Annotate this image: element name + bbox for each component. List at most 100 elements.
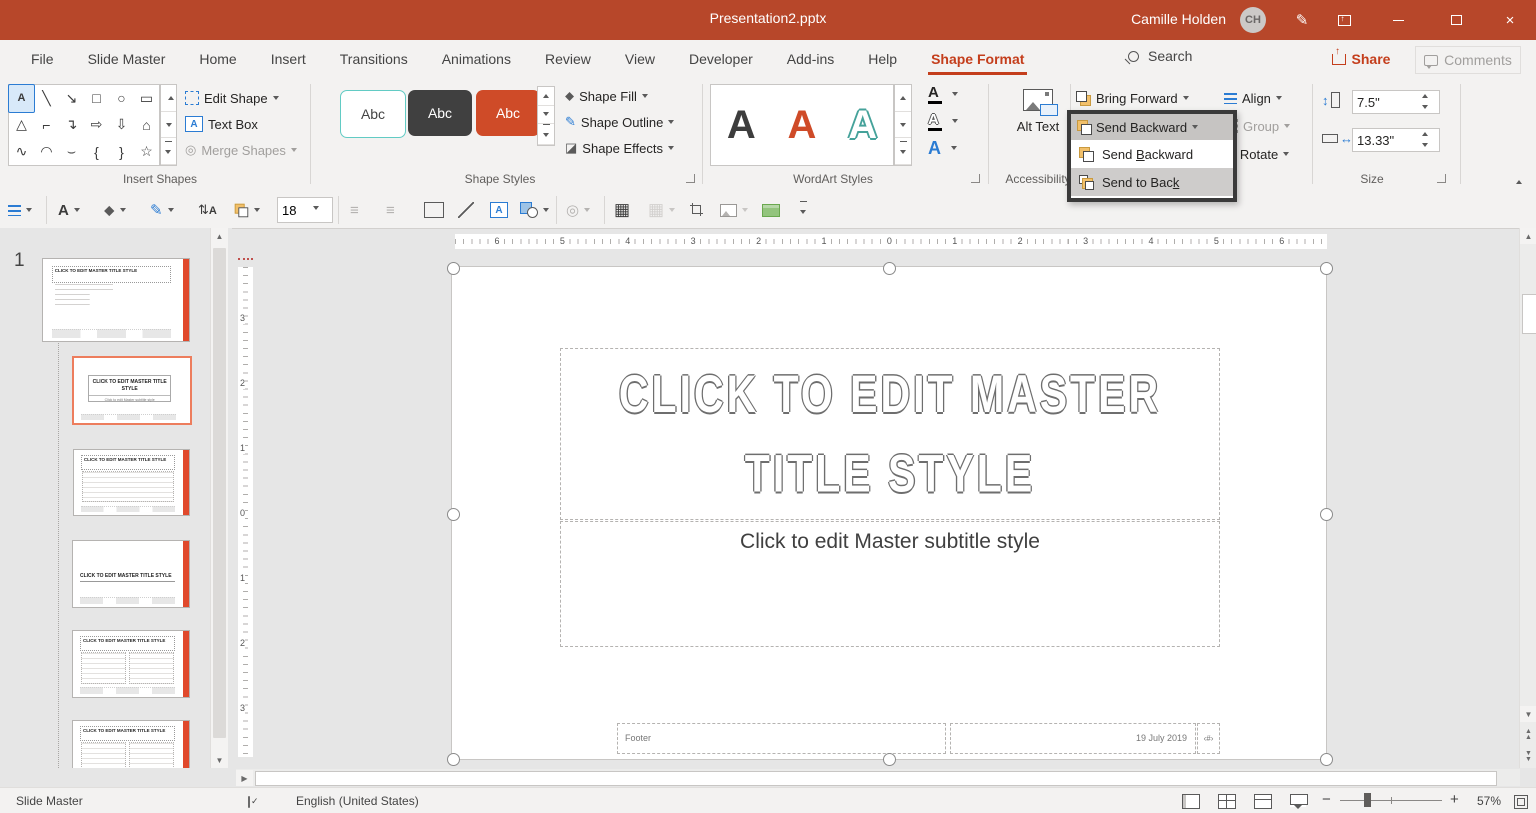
comments-button[interactable]: Comments [1415, 46, 1521, 74]
arc-icon[interactable]: ◠ [34, 138, 59, 165]
tab-view[interactable]: View [608, 40, 672, 78]
thumbnail-title-and-content-layout[interactable]: CLICK TO EDIT MASTER TITLE STYLE [73, 449, 190, 516]
crop-button[interactable] [690, 197, 704, 223]
tab-home[interactable]: Home [182, 40, 253, 78]
text-box-tool-button[interactable]: A [490, 197, 508, 223]
canvas-scroll-up[interactable]: ▲ [1520, 228, 1536, 244]
tab-review[interactable]: Review [528, 40, 608, 78]
tab-file[interactable]: File [14, 40, 71, 78]
menu-item-send-to-back[interactable]: Send to Back [1071, 168, 1233, 196]
fit-to-window-button[interactable] [1514, 795, 1528, 809]
send-backward-button[interactable]: Send Backward [1071, 114, 1233, 140]
scribble-icon[interactable]: ∿ [9, 138, 34, 165]
elbow-arrow-connector-icon[interactable]: ↴ [59, 112, 84, 139]
merge-shapes-button[interactable]: ◎ Merge Shapes [185, 138, 297, 162]
thumbnail-title-slide-layout[interactable]: CLICK TO EDIT MASTER TITLE STYLEClick to… [72, 356, 192, 425]
thumbnail-section-header-layout[interactable]: CLICK TO EDIT MASTER TITLE STYLE [72, 540, 190, 608]
shape-styles-more[interactable] [538, 124, 554, 145]
wordart-up[interactable] [895, 85, 911, 112]
star-icon[interactable]: ☆ [134, 138, 159, 165]
restore-button[interactable] [1444, 8, 1468, 32]
gallery-scroll-up[interactable] [161, 85, 176, 112]
picture-button[interactable] [720, 197, 748, 223]
font-color-button[interactable]: A [58, 197, 80, 223]
oval-icon[interactable]: ○ [109, 85, 134, 112]
collapse-ribbon-button[interactable] [1516, 174, 1522, 189]
shape-fill-button[interactable]: ⬥ Shape Fill [565, 84, 648, 108]
line-tool-button[interactable] [458, 197, 474, 223]
line-arrow-icon[interactable]: ↘ [59, 85, 84, 112]
selection-handle-middle-right[interactable] [1320, 508, 1333, 521]
tab-insert[interactable]: Insert [254, 40, 323, 78]
text-box-icon[interactable]: A [9, 85, 34, 112]
close-button[interactable]: × [1498, 8, 1522, 32]
tab-slide-master[interactable]: Slide Master [71, 40, 183, 78]
snip-corner-rectangle-icon[interactable]: ⌂ [134, 112, 159, 139]
canvas-scroll-thumb[interactable] [1522, 294, 1536, 334]
canvas-vertical-scrollbar[interactable]: ▲ ▼ ▲▲ ▼▼ [1519, 228, 1536, 768]
text-direction-button[interactable]: ⇅A [198, 197, 217, 223]
tab-transitions[interactable]: Transitions [323, 40, 425, 78]
zoom-out-button[interactable]: − [1322, 791, 1331, 808]
rectangle-tool-button[interactable] [424, 197, 444, 223]
canvas-horizontal-scrollbar[interactable]: ◀ ▶ [236, 769, 1520, 786]
rectangle-icon[interactable]: □ [84, 85, 109, 112]
distribute-table-button[interactable] [762, 197, 780, 223]
language-status[interactable]: English (United States) [296, 794, 419, 808]
font-size-input[interactable] [277, 197, 333, 223]
outline-color-button[interactable]: ✎ [150, 197, 174, 223]
shape-style-chip-3[interactable]: Abc [476, 90, 540, 136]
spell-check-icon[interactable] [248, 794, 250, 808]
toolbar-more-button[interactable] [800, 197, 807, 223]
align-button[interactable]: Align [1224, 86, 1282, 110]
text-box-button[interactable]: A Text Box [185, 112, 258, 136]
shape-styles-down[interactable] [538, 106, 554, 125]
edit-shape-button[interactable]: Edit Shape [185, 86, 279, 110]
indent-less-button[interactable]: ≡ [386, 197, 395, 223]
thumbnail-slide-master[interactable]: CLICK TO EDIT MASTER TITLE STYLE [42, 258, 190, 342]
shape-style-chip-2[interactable]: Abc [408, 90, 472, 136]
down-arrow-icon[interactable]: ⇩ [109, 112, 134, 139]
text-outline-button[interactable]: A [928, 109, 958, 133]
search-box[interactable]: Search [1128, 48, 1192, 64]
panel-scrollbar[interactable]: ▲ ▼ [210, 228, 228, 768]
subtitle-placeholder[interactable]: Click to edit Master subtitle style [560, 521, 1220, 647]
tab-animations[interactable]: Animations [425, 40, 528, 78]
draw-table-button[interactable]: ▦ [614, 197, 630, 223]
footer-placeholder[interactable]: Footer [617, 723, 946, 754]
rounded-rectangle-icon[interactable]: ▭ [134, 85, 159, 112]
selection-handle-bottom-right[interactable] [1320, 753, 1333, 766]
shape-height-spinner[interactable] [1418, 90, 1432, 112]
title-placeholder[interactable]: CLICK TO EDIT MASTER TITLE STYLE [560, 348, 1220, 520]
wordart-more[interactable] [895, 138, 911, 165]
shapes-tool-button[interactable] [520, 197, 549, 223]
wordart-down[interactable] [895, 112, 911, 139]
tab-help[interactable]: Help [851, 40, 914, 78]
share-button[interactable]: Share [1325, 46, 1397, 72]
gallery-scroll-down[interactable] [161, 112, 176, 139]
ribbon-display-options-icon[interactable]: ↑ [1332, 8, 1356, 32]
selection-handle-top-left[interactable] [447, 262, 460, 275]
ink-pen-icon[interactable]: ✎ [1290, 8, 1314, 32]
canvas-hscroll-thumb[interactable] [255, 771, 1497, 786]
shape-effects-button[interactable]: ◪ Shape Effects [565, 136, 674, 160]
selection-handle-top-center[interactable] [883, 262, 896, 275]
zoom-level[interactable]: 57% [1477, 794, 1501, 808]
date-placeholder[interactable]: 19 July 2019 [950, 723, 1196, 754]
avatar[interactable]: CH [1240, 7, 1266, 33]
table-styles-button[interactable]: ▦ [648, 197, 675, 223]
tab-add-ins[interactable]: Add-ins [770, 40, 851, 78]
slideshow-view-button[interactable] [1290, 794, 1306, 807]
size-dialog-launcher[interactable] [1437, 174, 1446, 183]
shape-style-chip-1[interactable]: Abc [340, 90, 406, 138]
arrange-order-button[interactable] [234, 197, 260, 223]
selection-handle-top-right[interactable] [1320, 262, 1333, 275]
merge-shapes-quick-button[interactable]: ◎ [566, 197, 590, 223]
text-fill-button[interactable]: A [928, 82, 958, 106]
shape-width-spinner[interactable] [1418, 128, 1432, 150]
next-slide-button[interactable]: ▼▼ [1520, 748, 1536, 766]
canvas-scroll-down[interactable]: ▼ [1520, 706, 1536, 722]
selection-handle-middle-left[interactable] [447, 508, 460, 521]
tab-developer[interactable]: Developer [672, 40, 770, 78]
elbow-connector-icon[interactable]: ⌐ [34, 112, 59, 139]
